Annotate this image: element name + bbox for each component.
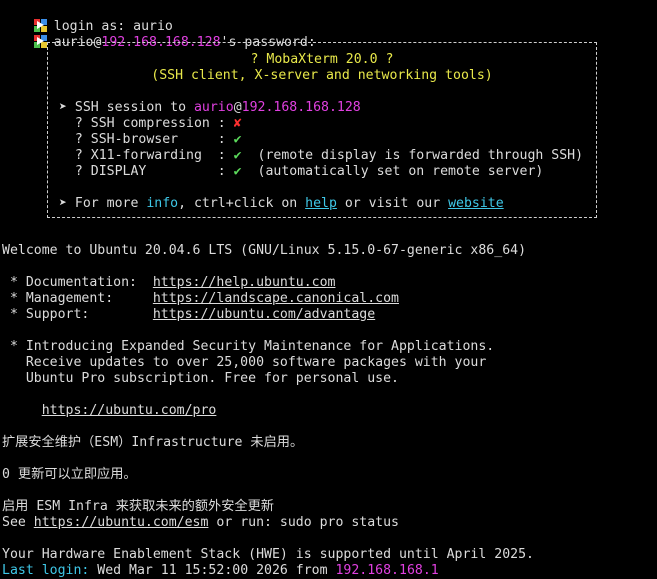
see-esm-line: See https://ubuntu.com/esm or run: sudo …	[2, 515, 399, 531]
updates-cn-line: 0 更新可以立即应用。	[2, 467, 137, 482]
more-or: or visit our	[336, 196, 449, 211]
last-login-label: Last login:	[2, 563, 90, 578]
display-label: ? DISPLAY :	[59, 164, 234, 179]
enable-esm-cn-line: 启用 ESM Infra 来获取未来的额外安全更新	[2, 499, 274, 514]
cross-mark-icon: ✘	[233, 116, 242, 131]
esm-updates-line: Receive updates to over 25,000 software …	[2, 355, 487, 370]
help-link[interactable]: help	[305, 196, 337, 211]
pro-line: https://ubuntu.com/pro	[2, 403, 217, 419]
last-login-date: Wed Mar 11 15:52:00 2026 from	[89, 563, 336, 578]
check-mark-icon: ✔	[233, 132, 242, 147]
banner-title: ? MobaXterm 20.0 ?	[250, 52, 394, 67]
esm-status-cn-line: 扩展安全维护（ESM）Infrastructure 未启用。	[2, 435, 304, 450]
ssh-session-host: 192.168.168.128	[241, 100, 361, 115]
ssh-session-prefix: ➤ SSH session to	[59, 100, 194, 115]
pro-indent	[2, 403, 42, 418]
check-mark-icon: ✔	[233, 164, 242, 179]
display-row: ? DISPLAY : ✔ (automatically set on remo…	[59, 164, 543, 180]
support-label: * Support:	[2, 307, 153, 322]
documentation-label: * Documentation:	[2, 275, 153, 290]
terminal-window[interactable]: login as: aurio aurio@192.168.168.128's …	[0, 0, 657, 578]
more-info-line: ➤ For more info, ctrl+click on help or v…	[59, 196, 504, 212]
ssh-session-at: @	[233, 100, 242, 115]
ssh-browser-label: ? SSH-browser :	[59, 132, 234, 147]
last-login-line: Last login: Wed Mar 11 15:52:00 2026 fro…	[2, 563, 439, 579]
password-line: aurio@192.168.168.128's password:	[2, 19, 316, 50]
info-link[interactable]: info	[146, 196, 178, 211]
x11-forwarding-note: (remote display is forwarded through SSH…	[241, 148, 584, 163]
esm-subscription-line: Ubuntu Pro subscription. Free for person…	[2, 371, 399, 386]
ssh-session-user: aurio	[193, 100, 234, 115]
ssh-session-line: ➤ SSH session to aurio@192.168.168.128	[59, 100, 361, 116]
ssh-compression-label: ? SSH compression :	[59, 116, 234, 131]
support-link[interactable]: https://ubuntu.com/advantage	[153, 307, 375, 322]
more-mid: , ctrl+click on	[178, 196, 306, 211]
management-line: * Management: https://landscape.canonica…	[2, 291, 399, 307]
x11-forwarding-label: ? X11-forwarding :	[59, 148, 234, 163]
esm-link[interactable]: https://ubuntu.com/esm	[34, 515, 209, 530]
last-login-host: 192.168.168.1	[335, 563, 439, 578]
see-prefix: See	[2, 515, 34, 530]
documentation-line: * Documentation: https://help.ubuntu.com	[2, 275, 336, 291]
management-link[interactable]: https://landscape.canonical.com	[153, 291, 399, 306]
management-label: * Management:	[2, 291, 153, 306]
x11-forwarding-row: ? X11-forwarding : ✔ (remote display is …	[59, 148, 583, 164]
website-link[interactable]: website	[448, 196, 504, 211]
esm-intro-line: * Introducing Expanded Security Maintena…	[2, 339, 495, 354]
ssh-compression-row: ? SSH compression : ✘	[59, 116, 242, 132]
display-note: (automatically set on remote server)	[241, 164, 544, 179]
login-line: login as: aurio	[2, 3, 173, 34]
pro-link[interactable]: https://ubuntu.com/pro	[42, 403, 217, 418]
hwe-line: Your Hardware Enablement Stack (HWE) is …	[2, 547, 534, 562]
support-line: * Support: https://ubuntu.com/advantage	[2, 307, 375, 323]
ssh-browser-row: ? SSH-browser : ✔	[59, 132, 242, 148]
more-prefix: ➤ For more	[59, 196, 147, 211]
see-suffix: or run: sudo pro status	[208, 515, 399, 530]
welcome-line: Welcome to Ubuntu 20.04.6 LTS (GNU/Linux…	[2, 243, 527, 258]
documentation-link[interactable]: https://help.ubuntu.com	[153, 275, 336, 290]
mobaxterm-banner: ? MobaXterm 20.0 ? (SSH client, X-server…	[47, 42, 597, 218]
banner-subtitle: (SSH client, X-server and networking too…	[151, 68, 493, 83]
check-mark-icon: ✔	[233, 148, 242, 163]
